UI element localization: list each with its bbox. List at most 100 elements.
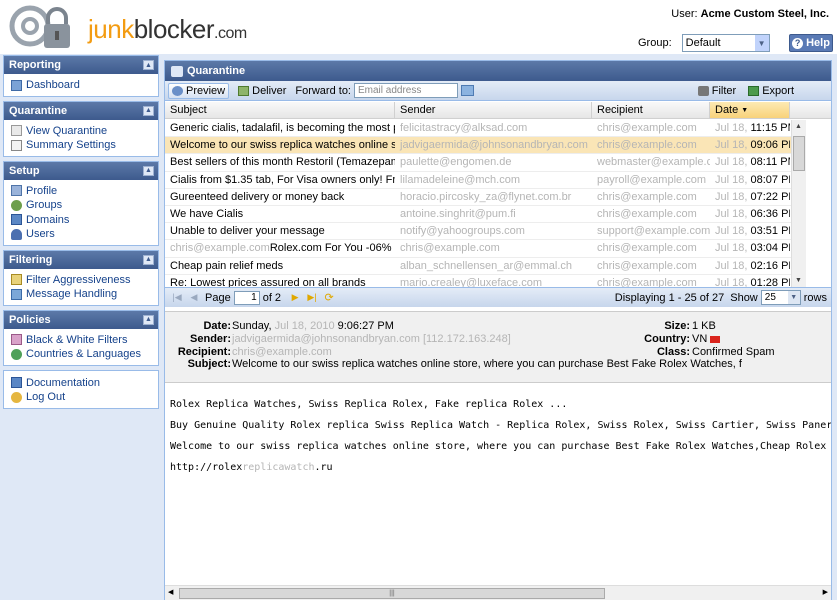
size-label: Size: [664, 320, 690, 332]
scroll-right-icon[interactable]: ▶ [823, 588, 828, 596]
group-select[interactable]: Default ▼ [681, 34, 770, 52]
body-line: Buy Genuine Quality Rolex replica Swiss … [170, 420, 831, 431]
last-page-icon[interactable]: ▶| [306, 292, 318, 304]
cell-recipient: chris@example.com [597, 190, 697, 203]
lock-at-icon [9, 5, 70, 48]
table-row[interactable]: Unable to deliver your message notify@ya… [165, 223, 791, 241]
globe-icon [11, 348, 22, 360]
group-label: Group: [638, 37, 672, 49]
nav-header-filtering[interactable]: Filtering ▲ [4, 250, 158, 269]
nav-panel-quarantine: Quarantine ▲ View Quarantine Summary Sett… [3, 100, 159, 157]
cell-recipient: chris@example.com [597, 139, 697, 152]
scroll-down-icon[interactable]: ▼ [795, 277, 802, 284]
forward-label: Forward to: [295, 84, 351, 97]
table-row[interactable]: Cheap pain relief meds alban_schnellense… [165, 258, 791, 275]
body-line: Welcome to our swiss replica watches onl… [170, 441, 831, 452]
scrollbar-thumb[interactable] [793, 136, 805, 171]
chevron-down-icon[interactable]: ▼ [754, 35, 769, 51]
message-handling-icon [11, 288, 22, 300]
sidebar-item-domains[interactable]: Domains [11, 213, 158, 228]
group-selector: Group: Default ▼ [638, 34, 770, 52]
cell-date: Jul 18, 06:36 PM [715, 208, 790, 221]
message-body: Rolex Replica Watches, Swiss Replica Rol… [165, 385, 831, 585]
nav-panel-misc: Documentation Log Out [3, 369, 159, 409]
page-size-select[interactable]: 25 ▼ [760, 290, 801, 305]
nav-header-quarantine[interactable]: Quarantine ▲ [4, 101, 158, 120]
vietnam-flag-icon [710, 335, 721, 343]
sidebar-item-documentation[interactable]: Documentation [11, 376, 158, 391]
cell-subject: Welcome to our swiss replica watches onl… [170, 139, 395, 152]
sidebar-item-message-handling[interactable]: Message Handling [11, 287, 158, 302]
sidebar-item-dashboard[interactable]: Dashboard [11, 78, 158, 93]
deliver-button[interactable]: Deliver [235, 83, 289, 99]
preview-button[interactable]: Preview [168, 82, 230, 99]
profile-icon [11, 185, 22, 197]
cell-sender: alban_schnellensen_ar@emmal.ch [400, 259, 572, 272]
table-row[interactable]: We have Cialis antoine.singhrit@pum.fi c… [165, 206, 791, 224]
table-row-selected[interactable]: Welcome to our swiss replica watches onl… [165, 137, 791, 155]
cell-date: Jul 18, 09:06 PM [715, 139, 790, 152]
table-row[interactable]: Generic cialis, tadalafil, is becoming t… [165, 120, 791, 138]
cell-subject: Cheap pain relief meds [170, 259, 284, 272]
cell-date: Jul 18, 02:16 PM [715, 259, 790, 272]
sidebar-item-filter-aggressiveness[interactable]: Filter Aggressiveness [11, 273, 158, 288]
user-info: User: Acme Custom Steel, Inc. [671, 8, 829, 20]
body-line: Rolex Replica Watches, Swiss Replica Rol… [170, 399, 568, 410]
column-header-subject[interactable]: Subject [165, 102, 395, 118]
grid-vertical-scrollbar[interactable]: ▲ ▼ [791, 120, 806, 287]
scroll-up-icon[interactable]: ▲ [795, 123, 802, 130]
dashboard-icon [11, 79, 22, 91]
panel-header: Quarantine [165, 61, 831, 81]
table-row[interactable]: Re: Lowest prices assured on all brands … [165, 275, 791, 287]
column-header-sender[interactable]: Sender [395, 102, 592, 118]
refresh-icon[interactable]: ⟳ [323, 292, 335, 304]
forward-email-input[interactable]: Email address [354, 83, 458, 98]
table-row[interactable]: chris@example.com Rolex.com For You -06% … [165, 240, 791, 258]
column-header-date[interactable]: Date ▼ [710, 102, 790, 118]
send-icon[interactable] [461, 85, 474, 96]
brand-name: junkblocker.com [88, 14, 247, 44]
help-icon: ? [792, 37, 804, 49]
body-horizontal-scrollbar[interactable]: ◀ ||| ▶ [165, 585, 831, 600]
collapse-icon[interactable]: ▲ [143, 165, 154, 176]
nav-header-reporting[interactable]: Reporting ▲ [4, 56, 158, 74]
table-row[interactable]: Best sellers of this month Restoril (Tem… [165, 154, 791, 172]
sidebar-item-view-quarantine[interactable]: View Quarantine [11, 124, 158, 139]
table-row[interactable]: Cialis from $1.35 tab, For Visa owners o… [165, 172, 791, 189]
date-value: Sunday, Jul 18, 2010 9:06:27 PM [232, 320, 394, 332]
column-header-recipient[interactable]: Recipient [592, 102, 710, 118]
collapse-icon[interactable]: ▲ [143, 254, 154, 265]
collapse-icon[interactable]: ▲ [143, 60, 154, 70]
first-page-icon[interactable]: |◀ [171, 292, 183, 304]
filter-icon [697, 85, 709, 96]
cell-subject: Unable to deliver your message [170, 225, 325, 238]
sidebar-item-log-out[interactable]: Log Out [11, 390, 158, 405]
sidebar-item-black-white-filters[interactable]: Black & White Filters [11, 333, 158, 348]
sidebar-item-groups[interactable]: Groups [11, 198, 158, 213]
help-button[interactable]: ? Help [789, 34, 833, 52]
quarantine-icon [171, 65, 183, 77]
cell-subject: Generic cialis, tadalafil, is becoming t… [170, 122, 395, 135]
cell-date: Jul 18, 03:04 PM [715, 242, 790, 255]
next-page-icon[interactable]: ▶ [289, 292, 301, 304]
table-row[interactable]: Gureenteed delivery or money back horaci… [165, 189, 791, 206]
export-button[interactable]: Export [745, 83, 797, 99]
sidebar-item-profile[interactable]: Profile [11, 184, 158, 199]
cell-subject: We have Cialis [170, 208, 244, 221]
sidebar-item-summary-settings[interactable]: Summary Settings [11, 138, 158, 153]
collapse-icon[interactable]: ▲ [143, 314, 154, 325]
sidebar-item-users[interactable]: Users [11, 227, 158, 242]
prev-page-icon[interactable]: ◀ [188, 292, 200, 304]
collapse-icon[interactable]: ▲ [143, 105, 154, 116]
nav-header-policies[interactable]: Policies ▲ [4, 310, 158, 329]
cell-recipient: support@example.com [597, 225, 710, 238]
sidebar-item-countries-languages[interactable]: Countries & Languages [11, 347, 158, 362]
scrollbar-thumb[interactable]: ||| [179, 588, 605, 599]
scroll-left-icon[interactable]: ◀ [168, 588, 173, 596]
black-white-filters-icon [11, 334, 22, 346]
rows-label: rows [803, 291, 827, 304]
filter-button[interactable]: Filter [695, 83, 739, 99]
chevron-down-icon[interactable]: ▼ [787, 291, 800, 304]
page-number-input[interactable]: 1 [233, 290, 260, 305]
nav-header-setup[interactable]: Setup ▲ [4, 161, 158, 180]
